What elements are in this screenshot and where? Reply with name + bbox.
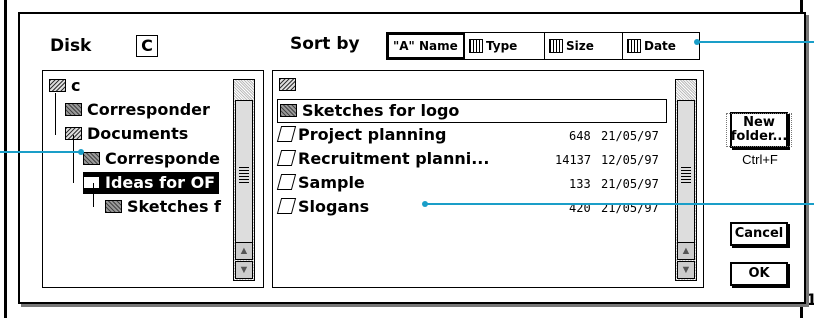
file-row[interactable]: Project planning 648 21/05/97 [276, 124, 669, 146]
file-size: 14137 [555, 153, 592, 167]
sort-by-name-button[interactable]: "A" Name [387, 33, 465, 59]
file-list-scroll-thumb[interactable] [677, 100, 695, 250]
new-folder-label-line1: New [743, 115, 775, 130]
document-icon [276, 174, 297, 190]
tree-item-label: c [71, 76, 81, 95]
sort-size-label: Size [566, 39, 594, 53]
file-name: Sketches for logo [302, 101, 460, 120]
disk-label: Disk [50, 36, 92, 56]
folder-icon [83, 152, 100, 165]
tree-item-ideas-selected[interactable]: Ideas for OF [83, 172, 220, 194]
file-list-scroll-up-arrow[interactable]: ▲ [677, 242, 695, 260]
background-window-edge [4, 0, 7, 318]
tree-line [93, 183, 94, 207]
callout-line-files [424, 203, 814, 205]
file-size: 133 [569, 177, 591, 191]
tree-item-correspondence[interactable]: Corresponder [65, 99, 210, 121]
open-folder-icon [49, 79, 66, 92]
date-sort-icon [627, 39, 641, 53]
file-row[interactable]: Recruitment planni... 14137 12/05/97 [276, 148, 669, 170]
tree-scroll-thumb[interactable] [235, 100, 253, 250]
sort-date-label: Date [644, 39, 676, 53]
ok-button[interactable]: OK [730, 262, 788, 286]
sort-by-type-button[interactable]: Type [465, 33, 545, 59]
folder-icon [280, 104, 297, 117]
sort-type-label: Type [486, 39, 518, 53]
file-date: 21/05/97 [601, 201, 659, 215]
file-list-scroll-down-arrow[interactable]: ▼ [677, 261, 695, 279]
size-sort-icon [549, 39, 563, 53]
file-list-panel: Sketches for logo Project planning 648 2… [272, 70, 704, 288]
new-folder-label-line2: folder... [730, 129, 788, 144]
tree-item-sketches[interactable]: Sketches f [105, 196, 221, 218]
tree-item-correspondence-sub[interactable]: Corresponde [83, 148, 220, 170]
callout-dot-sort [694, 39, 700, 45]
type-sort-icon [469, 39, 483, 53]
document-icon [276, 126, 297, 142]
file-name: Slogans [298, 197, 370, 216]
tree-scroll-up-arrow[interactable]: ▲ [235, 242, 253, 260]
tree-item-label: Ideas for OF [105, 173, 216, 192]
tree-item-label: Sketches f [127, 197, 222, 216]
document-icon [276, 198, 297, 214]
new-folder-button[interactable]: New folder... [725, 112, 793, 148]
file-row-focused[interactable]: Sketches for logo [277, 99, 667, 123]
background-page-number: 1 [806, 290, 814, 309]
tree-item-c[interactable]: c [49, 75, 80, 97]
sort-by-label: Sort by [290, 34, 360, 54]
tree-item-documents[interactable]: Documents [65, 123, 188, 145]
file-name: Recruitment planni... [298, 149, 490, 168]
new-folder-shortcut: Ctrl+F [742, 152, 778, 167]
file-row[interactable]: Sample 133 21/05/97 [276, 172, 669, 194]
file-row[interactable]: Slogans 420 21/05/97 [276, 196, 669, 218]
folder-tree-panel: c Corresponder Documents Corresponde Ide… [42, 70, 264, 288]
open-folder-icon [83, 176, 100, 189]
disk-selector[interactable]: C [136, 35, 158, 57]
file-size: 420 [569, 201, 591, 215]
file-date: 21/05/97 [601, 177, 659, 191]
file-date: 12/05/97 [601, 153, 659, 167]
callout-dot-files [422, 201, 428, 207]
tree-line [73, 135, 74, 183]
callout-line-sort [696, 41, 814, 43]
cancel-button[interactable]: Cancel [730, 222, 788, 246]
file-name: Project planning [298, 125, 447, 144]
file-size: 648 [569, 129, 591, 143]
sort-name-label: "A" Name [393, 39, 458, 53]
file-date: 21/05/97 [601, 129, 659, 143]
tree-item-label: Documents [87, 124, 189, 143]
folder-icon [105, 200, 122, 213]
tree-scroll-down-arrow[interactable]: ▼ [235, 261, 253, 279]
parent-folder-icon[interactable] [279, 77, 301, 95]
file-name: Sample [298, 173, 365, 192]
sort-by-size-button[interactable]: Size [545, 33, 623, 59]
sort-by-date-button[interactable]: Date [623, 33, 699, 59]
tree-line [55, 93, 56, 135]
tree-item-label: Corresponde [105, 149, 221, 168]
file-dialog: Disk C Sort by "A" Name Type Size Date c… [18, 12, 806, 304]
file-list-scrollbar[interactable]: ▲ ▼ [675, 79, 697, 281]
tree-item-label: Corresponder [87, 100, 210, 119]
folder-icon [65, 103, 82, 116]
sort-options-bar: "A" Name Type Size Date [386, 32, 700, 60]
tree-scrollbar[interactable]: ▲ ▼ [233, 79, 255, 281]
callout-line-tree [0, 151, 80, 153]
document-icon [276, 150, 297, 166]
callout-dot-tree [78, 149, 84, 155]
